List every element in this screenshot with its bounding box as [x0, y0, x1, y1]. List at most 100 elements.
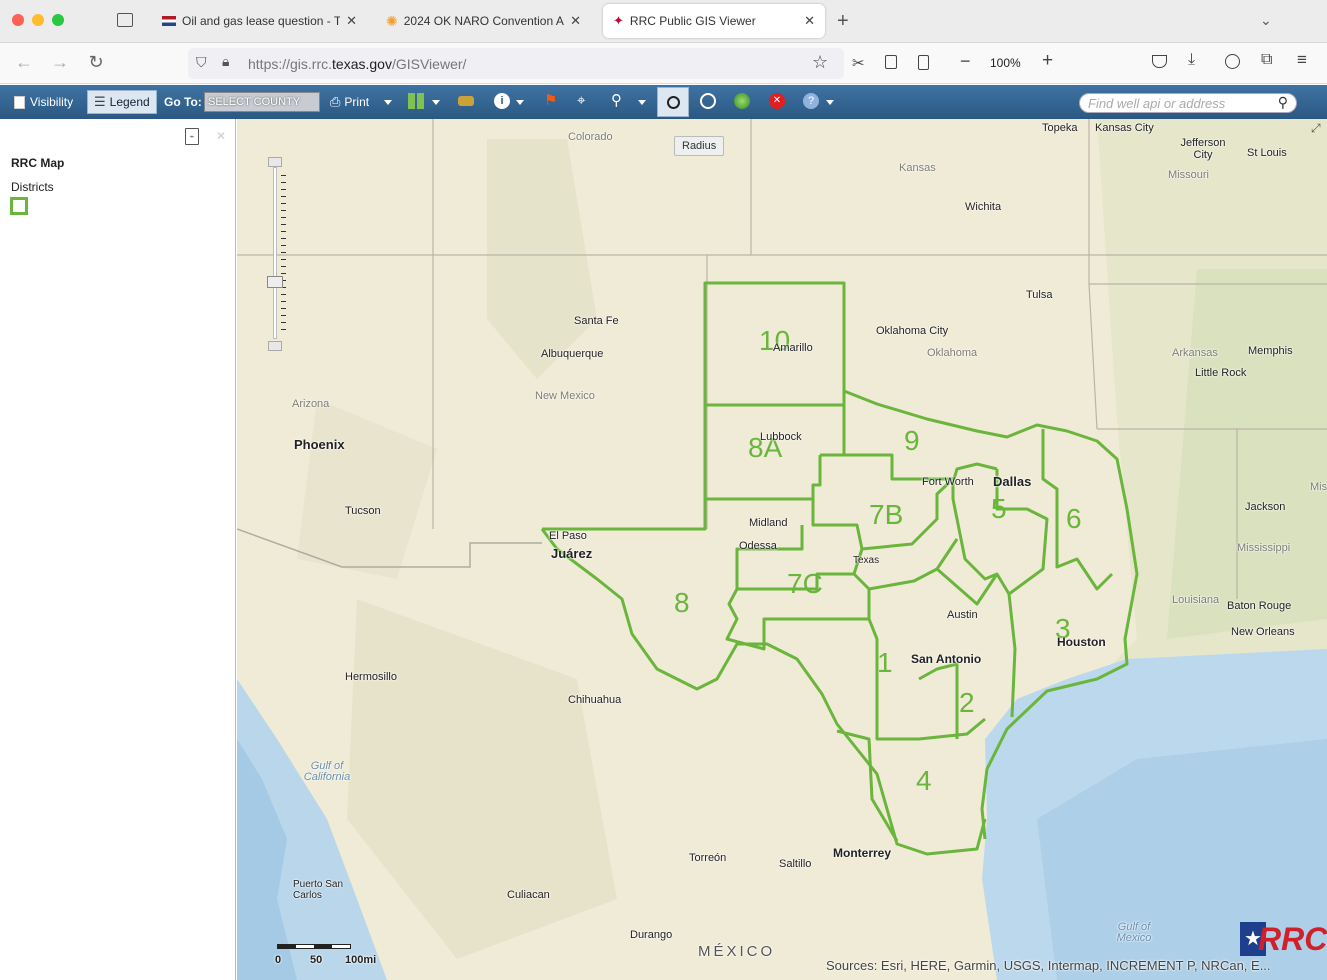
account-icon[interactable]: [1225, 54, 1240, 69]
tab-rrc-gis-viewer[interactable]: ✦ RRC Public GIS Viewer ✕: [603, 4, 825, 38]
zoom-slider-track[interactable]: [273, 167, 277, 339]
lock-icon[interactable]: 🔒︎: [222, 53, 229, 70]
state-label: New Mexico: [535, 390, 595, 402]
crosshair-icon[interactable]: ⌖: [577, 93, 593, 109]
clear-red-x-icon[interactable]: ✕: [769, 93, 785, 109]
map-view[interactable]: Radius 10 8A 9 7B 5 6 7C 8 3 1 2 4 Topek…: [237, 119, 1327, 980]
basemap-grid-icon[interactable]: [408, 93, 424, 109]
city-label: Midland: [749, 517, 788, 529]
city-label: New Orleans: [1231, 626, 1295, 638]
close-panel-icon[interactable]: ✕: [216, 129, 226, 143]
district-label: 7B: [869, 499, 904, 530]
shield-icon[interactable]: ⛉: [196, 54, 207, 71]
close-tab-icon[interactable]: ✕: [804, 13, 815, 29]
scissors-icon[interactable]: ✂: [852, 54, 865, 72]
scale-label: 0: [275, 954, 282, 966]
district-label: 9: [904, 425, 920, 456]
scale-bar: [277, 944, 351, 949]
district-label: 7C: [787, 568, 823, 599]
zoom-out-button[interactable]: −: [960, 51, 971, 72]
district-label: 5: [991, 493, 1007, 524]
tab-title: RRC Public GIS Viewer: [629, 14, 756, 28]
netherlands-flag-icon: [162, 16, 176, 26]
magnifier-icon[interactable]: ⚲: [611, 93, 627, 109]
browser-tab-bar: Oil and gas lease question - Te ✕ ✺ 2024…: [0, 0, 1327, 43]
back-arrow-icon[interactable]: ←: [12, 52, 36, 73]
expand-map-icon[interactable]: ⤢: [1311, 121, 1321, 136]
visibility-button[interactable]: Visibility: [14, 90, 73, 114]
city-label: St Louis: [1247, 147, 1287, 159]
zoom-level[interactable]: 100%: [990, 56, 1021, 70]
city-label: Phoenix: [294, 437, 345, 452]
zoom-slider-thumb[interactable]: [267, 276, 283, 288]
city-label: Jefferson City: [1180, 137, 1226, 161]
legend-title: RRC Map: [11, 156, 65, 170]
city-label: Wichita: [965, 201, 1002, 213]
info-caret-icon[interactable]: [516, 100, 524, 105]
map-basemap: [237, 119, 1327, 980]
flag-icon[interactable]: ⚑: [544, 93, 560, 109]
target-locate-icon[interactable]: [700, 93, 716, 109]
city-label: Baton Rouge: [1227, 600, 1292, 612]
zoom-slider-down[interactable]: [268, 341, 282, 351]
tab-title: 2024 OK NARO Convention Age: [403, 14, 565, 28]
url-bar[interactable]: ⛉ 🔒︎ https://gis.rrc.texas.gov/GISViewer…: [188, 48, 844, 79]
globe-icon[interactable]: [734, 93, 750, 109]
well-search-input[interactable]: [1088, 96, 1268, 111]
radius-tool-button[interactable]: [657, 87, 689, 117]
basemap-caret-icon[interactable]: [432, 100, 440, 105]
well-search-box[interactable]: ⚲: [1079, 93, 1297, 113]
zoom-slider-up[interactable]: [268, 157, 282, 167]
url-text: https://gis.rrc.texas.gov/GISViewer/: [248, 56, 467, 72]
pocket-icon[interactable]: [1152, 55, 1167, 68]
close-tab-icon[interactable]: ✕: [570, 13, 581, 29]
magnifier-caret-icon[interactable]: [638, 100, 646, 105]
pdf-export-icon[interactable]: ⌁: [185, 128, 199, 145]
zoom-slider-ticks: [281, 175, 286, 333]
maximize-window-button[interactable]: [52, 14, 64, 26]
reload-icon[interactable]: ↻: [84, 52, 108, 73]
state-label: Mis: [1310, 481, 1327, 493]
search-icon[interactable]: ⚲: [1278, 94, 1288, 111]
help-caret-icon[interactable]: [826, 100, 834, 105]
download-icon[interactable]: ⤓: [1188, 51, 1195, 69]
city-label: Lubbock: [760, 431, 802, 443]
clipboard-icon[interactable]: [918, 55, 929, 70]
new-tab-button[interactable]: +: [837, 10, 849, 33]
extensions-icon[interactable]: ⧉: [1261, 51, 1272, 69]
legend-button[interactable]: ☰ Legend: [87, 90, 157, 114]
tab-ok-naro[interactable]: ✺ 2024 OK NARO Convention Age ✕: [376, 4, 591, 38]
water-label: Gulf of California: [303, 760, 351, 783]
bookmark-star-icon[interactable]: ☆: [812, 52, 828, 73]
close-window-button[interactable]: [12, 14, 24, 26]
print-caret-icon[interactable]: [384, 100, 392, 105]
scale-label: 50: [310, 954, 323, 966]
forward-arrow-icon[interactable]: →: [48, 52, 72, 73]
info-icon[interactable]: i: [494, 93, 510, 109]
state-label: Kansas: [899, 162, 936, 174]
district-label: 8: [674, 587, 690, 618]
city-label: Monterrey: [833, 846, 892, 860]
help-icon[interactable]: ?: [803, 93, 819, 109]
browser-nav-bar: ← → ↻ ⛉ 🔒︎ https://gis.rrc.texas.gov/GIS…: [0, 43, 1327, 84]
city-label: Odessa: [739, 540, 777, 552]
tab-title: Oil and gas lease question - Te: [182, 14, 341, 28]
minimize-window-button[interactable]: [32, 14, 44, 26]
city-label: Durango: [630, 929, 673, 941]
copy-icon[interactable]: [885, 55, 897, 69]
water-label: Gulf of Mexico: [1116, 921, 1152, 944]
city-label: Little Rock: [1195, 367, 1247, 379]
close-tab-icon[interactable]: ✕: [346, 13, 357, 29]
tank-truck-icon[interactable]: [458, 96, 474, 106]
select-county-dropdown[interactable]: SELECT COUNTY: [204, 92, 320, 112]
zoom-in-button[interactable]: +: [1042, 50, 1053, 72]
city-label: Memphis: [1248, 345, 1293, 357]
tab-manager-icon[interactable]: [117, 13, 133, 27]
print-button[interactable]: ⎙ Print: [330, 90, 369, 114]
radius-target-icon: [667, 96, 680, 109]
tab-oil-gas-lease[interactable]: Oil and gas lease question - Te ✕: [152, 4, 367, 38]
list-tabs-chevron-icon[interactable]: ⌄: [1260, 12, 1272, 29]
menu-icon[interactable]: ≡: [1297, 50, 1307, 70]
legend-layer-label: Districts: [11, 180, 54, 194]
zoom-slider[interactable]: [267, 157, 286, 351]
